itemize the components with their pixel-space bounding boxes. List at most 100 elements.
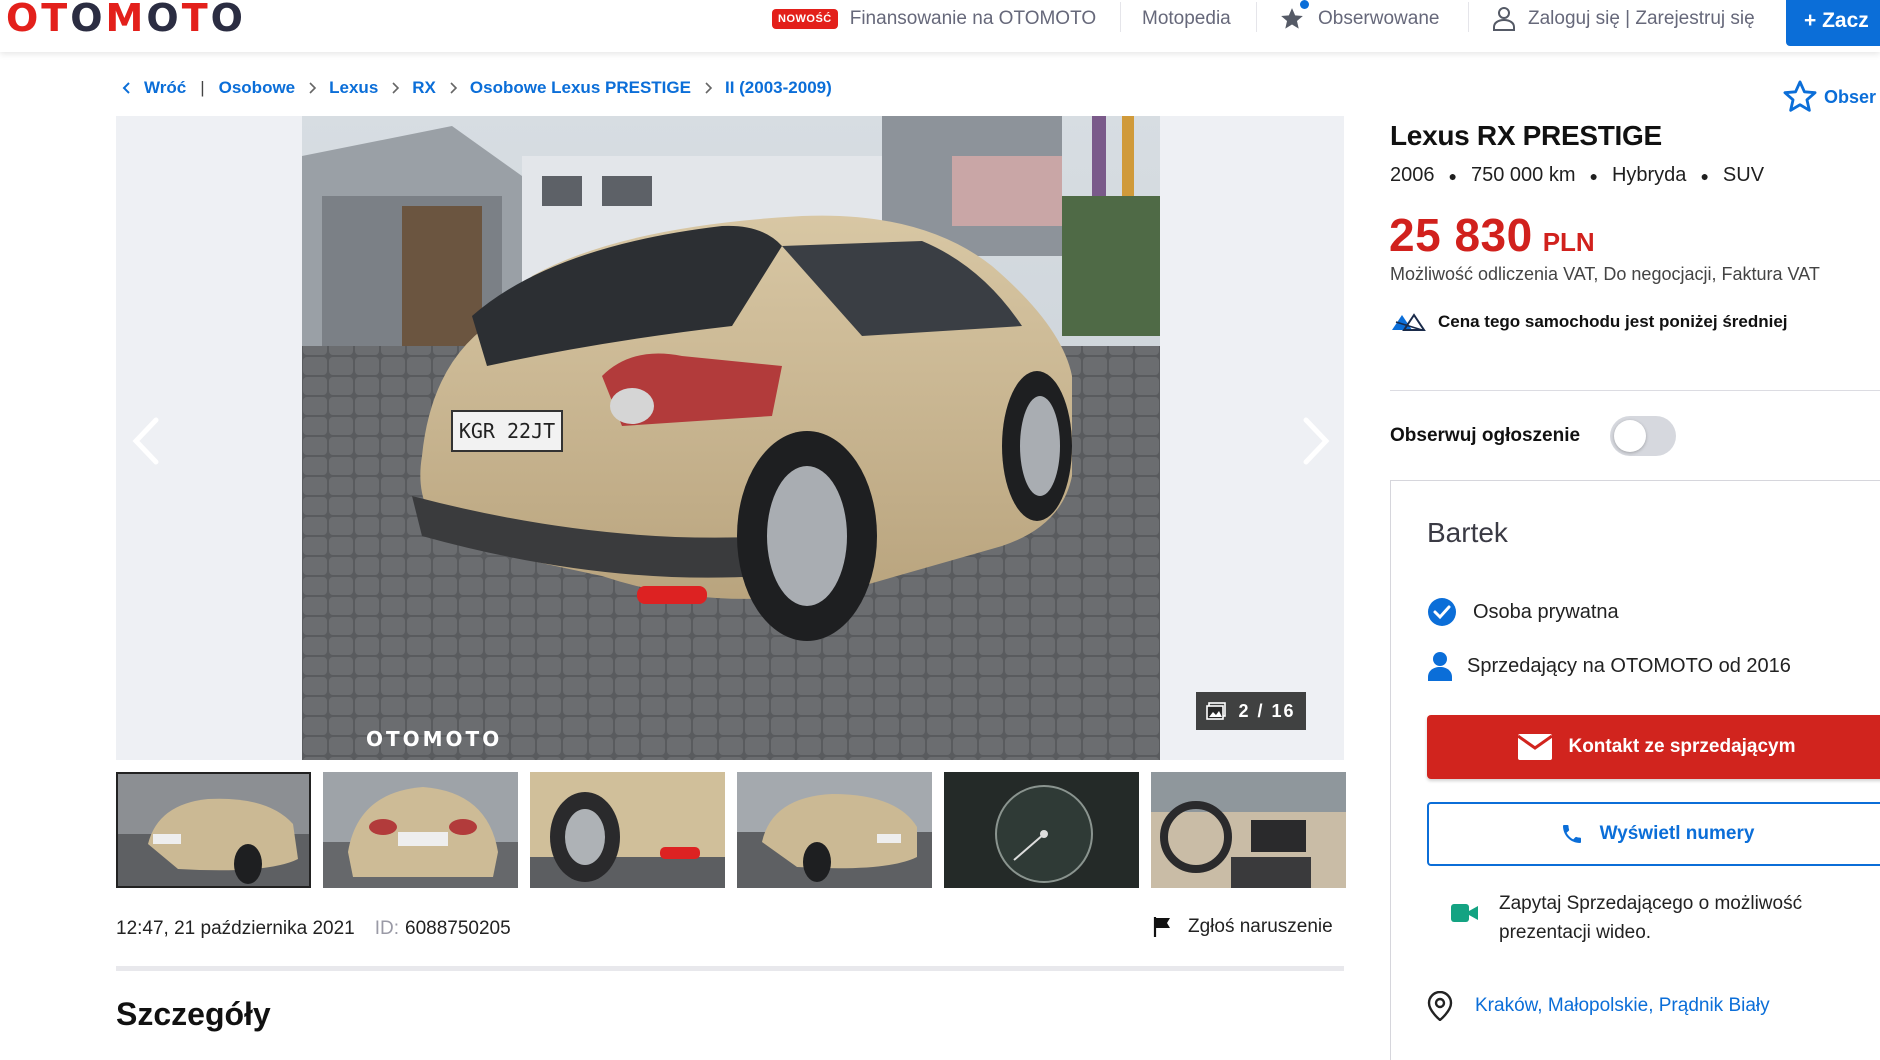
main-car-photo[interactable]: KGR 22JT OTOMOTO bbox=[302, 116, 1160, 760]
top-navigation-bar: OTOMOTO NOWOŚĆ Finansowanie na OTOMOTO M… bbox=[0, 0, 1880, 52]
nav-financing-label[interactable]: Finansowanie na OTOMOTO bbox=[850, 8, 1096, 30]
gallery-prev-button[interactable] bbox=[116, 406, 176, 476]
contact-seller-label[interactable]: Kontakt ze sprzedającym bbox=[1568, 736, 1795, 758]
photo-watermark: OTOMOTO bbox=[366, 727, 502, 751]
price-indicator-label: Cena tego samochodu jest poniżej średnie… bbox=[1438, 312, 1788, 331]
gallery-next-button[interactable] bbox=[1286, 406, 1344, 476]
chevron-right-icon bbox=[392, 82, 400, 94]
chevron-left-icon bbox=[132, 417, 159, 465]
details-heading: Szczegóły bbox=[116, 996, 271, 1032]
seller-name: Bartek bbox=[1427, 517, 1508, 548]
seller-type-row: Osoba prywatna bbox=[1427, 597, 1619, 627]
chevron-right-icon bbox=[450, 82, 458, 94]
new-badge: NOWOŚĆ bbox=[772, 9, 838, 29]
photo-counter-label: 2 / 16 bbox=[1238, 700, 1296, 721]
listing-id: 6088750205 bbox=[405, 918, 511, 939]
price-currency: PLN bbox=[1542, 227, 1595, 257]
nav-divider bbox=[1468, 2, 1469, 32]
video-line-2: prezentacji wideo. bbox=[1499, 922, 1652, 943]
photo-gallery: KGR 22JT OTOMOTO 2 / 16 bbox=[116, 116, 1344, 760]
spec-bullet: ● bbox=[1448, 167, 1457, 184]
listing-date: 12:47, 21 października 2021 bbox=[116, 918, 355, 939]
spec-fuel: Hybryda bbox=[1611, 164, 1687, 186]
seller-location-label[interactable]: Kraków, Małopolskie, Prądnik Biały bbox=[1475, 995, 1770, 1017]
contact-seller-button[interactable]: Kontakt ze sprzedającym bbox=[1427, 715, 1880, 779]
thumbnail-strip bbox=[116, 772, 1346, 888]
nav-motopedia[interactable]: Motopedia bbox=[1142, 0, 1231, 38]
video-line-1: Zapytaj Sprzedającego o możliwość bbox=[1499, 893, 1803, 914]
chevron-left-icon bbox=[122, 82, 130, 94]
video-camera-icon bbox=[1451, 904, 1478, 922]
observe-label: Obserwuj ogłoszenie bbox=[1390, 425, 1581, 446]
gallery-icon bbox=[1206, 702, 1227, 720]
seller-card: Bartek Osoba prywatna Sprzedający na OTO… bbox=[1390, 480, 1880, 1060]
thumbnail-rear-left-2[interactable] bbox=[737, 772, 932, 888]
spec-bullet: ● bbox=[1589, 167, 1598, 184]
listing-specs: 2006 ● 750 000 km ● Hybryda ● SUV bbox=[1390, 164, 1764, 187]
chevron-right-icon bbox=[705, 82, 713, 94]
spec-body: SUV bbox=[1722, 164, 1765, 186]
thumbnail-rear[interactable] bbox=[323, 772, 518, 888]
seller-type: Osoba prywatna bbox=[1473, 600, 1619, 623]
listing-meta: 12:47, 21 października 2021 ID: 60887502… bbox=[116, 918, 511, 940]
breadcrumb-item[interactable]: II (2003-2009) bbox=[725, 78, 832, 98]
price: 25 830 PLN bbox=[1389, 208, 1595, 262]
price-below-average-icon bbox=[1392, 313, 1426, 331]
chevron-right-icon bbox=[1303, 417, 1330, 465]
envelope-icon bbox=[1518, 734, 1553, 760]
chevron-right-icon bbox=[309, 82, 317, 94]
listing-title: Lexus RX PRESTIGE bbox=[1390, 120, 1662, 151]
thumbnail-interior[interactable] bbox=[1151, 772, 1346, 888]
nav-divider bbox=[1256, 2, 1257, 32]
location-pin-icon bbox=[1427, 991, 1453, 1021]
nav-divider bbox=[1120, 2, 1121, 32]
spec-mileage: 750 000 km bbox=[1470, 164, 1576, 186]
photo-counter: 2 / 16 bbox=[1196, 692, 1306, 730]
nav-watched[interactable]: Obserwowane bbox=[1278, 0, 1439, 38]
nav-login[interactable]: Zaloguj się | Zarejestruj się bbox=[1492, 0, 1755, 38]
star-icon bbox=[1278, 0, 1309, 32]
show-phone-button[interactable]: Wyświetl numery bbox=[1427, 802, 1880, 866]
thumbnail-speedometer[interactable] bbox=[944, 772, 1139, 888]
price-value: 25 830 bbox=[1389, 209, 1533, 261]
person-icon bbox=[1428, 652, 1452, 681]
listing-id-label: ID: bbox=[374, 918, 400, 939]
otomoto-logo[interactable]: OTOMOTO bbox=[6, 0, 246, 38]
breadcrumb-item[interactable]: Osobowe bbox=[219, 78, 296, 98]
breadcrumb-separator: | bbox=[200, 78, 205, 97]
seller-since: Sprzedający na OTOMOTO od 2016 bbox=[1467, 654, 1791, 677]
seller-location[interactable]: Kraków, Małopolskie, Prądnik Biały bbox=[1427, 991, 1770, 1021]
add-listing-button[interactable]: + Zacz bbox=[1786, 0, 1880, 46]
breadcrumb-item[interactable]: RX bbox=[412, 78, 436, 98]
star-outline-icon bbox=[1783, 80, 1817, 112]
price-indicator: Cena tego samochodu jest poniżej średnie… bbox=[1390, 312, 1788, 332]
flag-icon bbox=[1153, 917, 1170, 937]
observe-toggle[interactable] bbox=[1610, 416, 1676, 456]
spec-year: 2006 bbox=[1390, 164, 1435, 186]
show-phone-label[interactable]: Wyświetl numery bbox=[1600, 823, 1755, 845]
report-abuse-link[interactable]: Zgłoś naruszenie bbox=[1152, 916, 1333, 938]
thumbnail-bumper[interactable] bbox=[530, 772, 725, 888]
video-presentation-info: Zapytaj Sprzedającego o możliwość prezen… bbox=[1451, 889, 1802, 947]
breadcrumb-item[interactable]: Lexus bbox=[329, 78, 378, 98]
report-abuse-label[interactable]: Zgłoś naruszenie bbox=[1188, 916, 1333, 938]
thumbnail-rear-left[interactable] bbox=[116, 772, 311, 888]
nav-login-label[interactable]: Zaloguj się | Zarejestruj się bbox=[1528, 8, 1755, 30]
breadcrumb-back[interactable]: Wróć bbox=[144, 78, 186, 98]
spec-bullet: ● bbox=[1700, 167, 1709, 184]
phone-icon bbox=[1562, 825, 1581, 843]
license-plate: KGR 22JT bbox=[459, 419, 555, 443]
breadcrumb-item[interactable]: Osobowe Lexus PRESTIGE bbox=[470, 78, 691, 98]
nav-financing[interactable]: NOWOŚĆ Finansowanie na OTOMOTO bbox=[772, 0, 1096, 38]
breadcrumb: Wróć | Osobowe Lexus RX Osobowe Lexus PR… bbox=[120, 78, 832, 98]
nav-motopedia-label[interactable]: Motopedia bbox=[1142, 8, 1231, 30]
verified-check-icon bbox=[1428, 598, 1456, 626]
follow-listing-button[interactable]: Obser bbox=[1780, 78, 1876, 116]
price-notes: Możliwość odliczenia VAT, Do negocjacji,… bbox=[1390, 264, 1820, 284]
follow-top-label[interactable]: Obser bbox=[1824, 87, 1876, 108]
nav-watched-label[interactable]: Obserwowane bbox=[1318, 8, 1439, 30]
notification-dot bbox=[1300, 0, 1309, 9]
user-icon bbox=[1493, 7, 1515, 31]
section-divider bbox=[116, 966, 1344, 971]
divider bbox=[1390, 390, 1880, 391]
